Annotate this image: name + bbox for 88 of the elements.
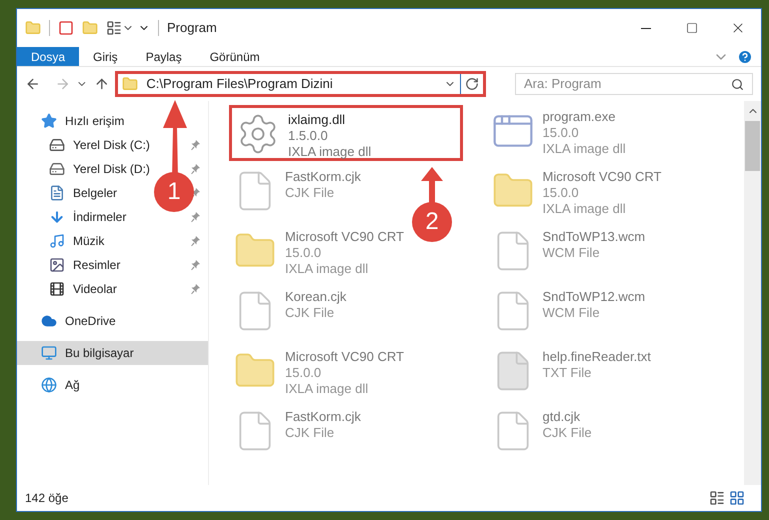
window-title: Program [167,19,217,38]
download-icon [49,209,65,225]
file-detail: 15.0.0 [285,365,322,381]
file-name: Microsoft VC90 CRT [285,349,404,365]
help-icon[interactable] [737,48,753,64]
file-tile[interactable]: program.exe 15.0.0 IXLA image dll [486,105,630,161]
up-icon[interactable] [94,76,110,92]
drive-icon [49,137,65,153]
sidebar-item[interactable]: Hızlı erişim [17,109,208,133]
scroll-thumb[interactable] [745,121,760,171]
address-path: C:\Program Files\Program Dizini [146,75,334,94]
file-detail: CJK File [285,185,334,201]
music-note-icon [49,233,65,249]
file-name: program.exe [542,109,616,125]
drive-icon [49,161,65,177]
film-icon [49,281,65,297]
file-tile[interactable]: help.fineReader.txt TXT File [486,345,655,401]
file-detail: 15.0.0 [542,185,579,201]
file-tile[interactable]: Microsoft VC90 CRT 15.0.0 IXLA image dll [229,225,408,281]
file-name: Microsoft VC90 CRT [285,229,404,245]
file-name: ixlaimg.dll [288,112,346,128]
file-name: help.fineReader.txt [542,349,651,365]
file-name: Microsoft VC90 CRT [542,169,662,185]
file-detail: IXLA image dll [285,381,368,397]
document-icon [49,185,65,201]
properties-icon[interactable] [106,20,122,36]
search-icon [731,78,744,90]
file-detail: IXLA image dll [285,261,368,277]
address-bar[interactable]: C:\Program Files\Program Dizini [115,71,486,97]
file-name: SndToWP13.wcm [542,229,646,245]
search-input[interactable]: Ara: Program [524,74,732,94]
folder-icon [122,76,138,92]
file-tile[interactable]: ixlaimg.dll 1.5.0.0 IXLA image dll [229,105,463,161]
back-icon[interactable] [25,76,41,92]
search-field[interactable]: Ara: Program [515,73,754,95]
folder-icon [25,20,41,36]
file-tile[interactable]: SndToWP13.wcm WCM File [486,225,650,281]
file-detail: 15.0.0 [285,245,322,261]
folder-icon [82,20,98,36]
picture-icon [49,257,65,273]
file-detail: CJK File [542,425,592,441]
globe-icon [41,377,57,393]
maximize-icon [686,22,698,34]
sidebar-item[interactable]: Yerel Disk (C:) [49,136,150,154]
file-detail: TXT File [542,365,592,381]
file-name: FastKorm.cjk [285,169,361,185]
sidebar-item[interactable]: Bu bilgisayar [17,341,208,365]
sidebar-item[interactable]: OneDrive [17,309,208,333]
tiles-view-icon[interactable] [729,490,745,506]
scrollbar[interactable] [744,101,761,485]
monitor-icon [41,345,57,361]
sidebar-item[interactable]: Videolar [49,280,117,298]
file-detail: IXLA image dll [542,201,626,217]
file-tile[interactable]: Microsoft VC90 CRT 15.0.0 IXLA image dll [486,165,666,221]
file-detail: 1.5.0.0 [288,128,328,144]
sidebar-item[interactable]: Resimler [49,256,120,274]
cloud-icon [41,313,57,329]
ribbon-tab[interactable]: Paylaş [132,47,196,66]
file-name: FastKorm.cjk [285,409,361,425]
sidebar-item[interactable]: İndirmeler [49,208,126,226]
star-icon [41,113,57,129]
file-tile[interactable]: gtd.cjk CJK File [486,405,596,461]
sidebar-item[interactable]: Belgeler [49,184,118,202]
file-tile[interactable]: FastKorm.cjk CJK File [229,405,365,461]
file-detail: CJK File [285,425,334,441]
sidebar-item[interactable]: Müzik [49,232,104,250]
file-detail: CJK File [285,305,334,321]
file-tile[interactable]: FastKorm.cjk CJK File [229,165,365,221]
file-name: gtd.cjk [542,409,580,425]
ribbon-tab[interactable]: Giriş [79,47,132,66]
sidebar-item[interactable]: Ağ [17,373,208,397]
file-name: Korean.cjk [285,289,346,305]
item-count: 142 öğe [25,490,68,507]
ribbon-tab[interactable]: Dosya [17,47,80,66]
file-tile[interactable]: Korean.cjk CJK File [229,285,350,341]
file-detail: WCM File [542,305,600,321]
file-tile[interactable]: Microsoft VC90 CRT 15.0.0 IXLA image dll [229,345,408,401]
file-detail: IXLA image dll [288,144,372,160]
file-tile[interactable]: SndToWP12.wcm WCM File [486,285,650,341]
file-name: SndToWP12.wcm [542,289,646,305]
refresh-icon[interactable] [464,77,478,91]
file-detail: IXLA image dll [542,141,626,157]
details-view-icon[interactable] [709,490,725,506]
file-detail: WCM File [542,245,600,261]
ribbon-tab[interactable]: Görünüm [196,47,274,66]
annotation-arrow [420,167,444,205]
file-detail: 15.0.0 [542,125,579,141]
sidebar-item[interactable]: Yerel Disk (D:) [49,160,150,178]
